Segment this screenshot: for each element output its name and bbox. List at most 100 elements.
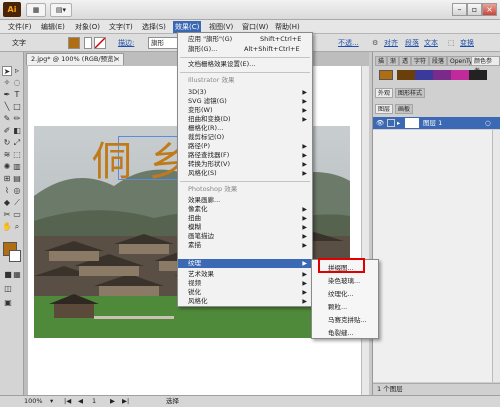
zoom-dropdown-icon[interactable]: ▾ <box>50 396 53 407</box>
menu-item-brush-strokes[interactable]: 画笔描边 ▶ <box>178 232 312 241</box>
menu-item-distort-transform[interactable]: 扭曲和变换(D) ▶ <box>178 115 312 124</box>
bridge-button[interactable]: ▦ <box>26 3 46 17</box>
symbol-sprayer-tool-icon[interactable]: ✺ <box>2 162 12 172</box>
pen-tool-icon[interactable]: ✒ <box>2 90 12 100</box>
submenu-item-texturizer[interactable]: 纹理化... <box>312 288 378 300</box>
gradient-tool-icon[interactable]: ▤ <box>12 174 22 184</box>
submenu-item-craquelure[interactable]: 龟裂缝... <box>312 327 378 339</box>
layer-name[interactable]: 图层 1 <box>423 117 442 129</box>
eyedropper-tool-icon[interactable]: ⌇ <box>2 186 12 196</box>
menu-item-apply-last-effect[interactable]: 应用 "旗形"(G) Shift+Ctrl+E <box>178 35 312 44</box>
menu-item-effect-gallery[interactable]: 效果画廊... <box>178 196 312 205</box>
menu-item-pixelate[interactable]: 像素化 ▶ <box>178 205 312 214</box>
graph-tool-icon[interactable]: ▥ <box>12 162 22 172</box>
tab-graphic-styles[interactable]: 图形样式 <box>395 88 426 98</box>
submenu-item-mosaic-tiles[interactable]: 马赛克拼贴... <box>312 314 378 326</box>
menu-item-3d[interactable]: 3D(3) ▶ <box>178 88 312 97</box>
layers-scrollbar[interactable] <box>492 130 500 382</box>
artboard-tool-icon[interactable]: ▭ <box>12 210 22 220</box>
color-guide-harmony[interactable] <box>397 70 487 80</box>
visibility-eye-icon[interactable]: 👁 <box>376 117 384 129</box>
menu-item-blur[interactable]: 模糊 ▶ <box>178 223 312 232</box>
rotate-tool-icon[interactable]: ↻ <box>2 138 12 148</box>
menu-item-svg-filters[interactable]: SVG 滤镜(G) ▶ <box>178 97 312 106</box>
tab-stroke[interactable]: 描 <box>375 56 388 66</box>
last-page-icon[interactable]: ▶| <box>122 396 129 407</box>
mesh-tool-icon[interactable]: ⊞ <box>2 174 12 184</box>
menu-item-convert-to-shape[interactable]: 转换为形状(V) ▶ <box>178 160 312 169</box>
minimize-button[interactable]: – <box>452 3 467 16</box>
menu-item-rasterize[interactable]: 栅格化(R)... <box>178 124 312 133</box>
gradient-mode-icon[interactable]: ▦ <box>12 270 22 280</box>
paintbrush-tool-icon[interactable]: ✎ <box>2 114 12 124</box>
rectangle-tool-icon[interactable]: □ <box>12 102 22 112</box>
first-page-icon[interactable]: |◀ <box>64 396 71 407</box>
hand-tool-icon[interactable]: ✋ <box>2 222 12 232</box>
paragraph-link[interactable]: 段落 <box>405 38 419 48</box>
stroke-link[interactable]: 描边: <box>118 38 134 48</box>
fill-swatch[interactable] <box>68 37 80 49</box>
next-page-icon[interactable]: ▶ <box>110 396 115 407</box>
free-transform-tool-icon[interactable]: ⬚ <box>12 150 22 160</box>
document-tab[interactable]: 2.jpg* @ 100% (RGB/预览) × <box>26 53 124 65</box>
tab-layers[interactable]: 图层 <box>375 104 394 114</box>
submenu-item-grain[interactable]: 颗粒... <box>312 301 378 313</box>
close-tab-icon[interactable]: × <box>115 54 120 65</box>
vertical-scrollbar[interactable] <box>361 66 369 395</box>
transform-link[interactable]: 变换 <box>460 38 474 48</box>
tab-appearance[interactable]: 外观 <box>375 88 394 98</box>
brush-select[interactable]: 旗形 <box>148 37 178 49</box>
tab-transparency[interactable]: 透 <box>399 56 412 66</box>
arrange-documents-button[interactable]: ▤▾ <box>50 3 72 17</box>
menu-item-pathfinder[interactable]: 路径查找器(F) ▶ <box>178 151 312 160</box>
stroke-swatch[interactable] <box>94 37 106 49</box>
menu-select[interactable]: 选择(S) <box>140 21 168 33</box>
tab-gradient[interactable]: 渐 <box>387 56 400 66</box>
prev-page-icon[interactable]: ◀ <box>78 396 83 407</box>
transform-icon[interactable]: ⬚ <box>448 38 455 48</box>
menu-item-artistic[interactable]: 艺术效果 ▶ <box>178 270 312 279</box>
magic-wand-tool-icon[interactable]: ✧ <box>2 78 12 88</box>
pencil-tool-icon[interactable]: ✏ <box>12 114 22 124</box>
canvas-headline[interactable]: 侗 乡 <box>92 129 191 187</box>
menu-item-sketch[interactable]: 素描 ▶ <box>178 241 312 250</box>
menu-item-warp[interactable]: 变形(W) ▶ <box>178 106 312 115</box>
zoom-tool-icon[interactable]: ⌕ <box>12 222 22 232</box>
menu-file[interactable]: 文件(F) <box>6 21 34 33</box>
tab-paragraph[interactable]: 段落 <box>429 56 448 66</box>
menu-item-path[interactable]: 路径(P) ▶ <box>178 142 312 151</box>
menu-item-stylize-photoshop[interactable]: 风格化 ▶ <box>178 297 312 306</box>
line-tool-icon[interactable]: ╲ <box>2 102 12 112</box>
menu-item-last-effect[interactable]: 旗形(G)... Alt+Shift+Ctrl+E <box>178 45 312 54</box>
restore-button[interactable]: ▫ <box>467 3 482 16</box>
status-tool-name[interactable]: 选择 <box>166 396 179 407</box>
direct-selection-tool-icon[interactable]: ▹ <box>12 66 22 76</box>
screen-mode-icon[interactable]: ▣ <box>3 298 13 308</box>
zoom-level[interactable]: 100% <box>24 396 43 407</box>
scissors-tool-icon[interactable]: ✂ <box>2 210 12 220</box>
eraser-tool-icon[interactable]: ◧ <box>12 126 22 136</box>
slice-tool-icon[interactable]: ⟋ <box>12 198 22 208</box>
type-tool-icon[interactable]: T <box>12 90 22 100</box>
close-button[interactable]: × <box>482 3 497 16</box>
opacity-link[interactable]: 不透... <box>338 38 359 48</box>
live-paint-tool-icon[interactable]: ◆ <box>2 198 12 208</box>
menu-item-crop-marks[interactable]: 裁剪标记(O) <box>178 133 312 142</box>
lock-toggle[interactable] <box>387 119 395 127</box>
tab-color-guide[interactable]: 颜色参考 <box>471 56 500 75</box>
selection-tool-icon[interactable]: ➤ <box>2 66 12 76</box>
layer-row[interactable]: 👁 ▸ 图层 1 ○ <box>373 117 500 129</box>
menu-type[interactable]: 文字(T) <box>107 21 135 33</box>
submenu-item-stained-glass[interactable]: 染色玻璃... <box>312 275 378 287</box>
tab-character[interactable]: 字符 <box>411 56 430 66</box>
blend-tool-icon[interactable]: ◎ <box>12 186 22 196</box>
tab-artboards[interactable]: 画板 <box>395 104 414 114</box>
menu-edit[interactable]: 编辑(E) <box>39 21 67 33</box>
align-link[interactable]: 对齐 <box>384 38 398 48</box>
draw-mode-icon[interactable]: ◫ <box>3 284 13 294</box>
fill-dropdown[interactable] <box>84 37 92 49</box>
menu-item-texture[interactable]: 纹理 ▶ <box>178 259 312 268</box>
menu-item-video[interactable]: 视频 ▶ <box>178 279 312 288</box>
color-guide-base-swatch[interactable] <box>379 70 393 80</box>
stroke-color-swatch[interactable] <box>9 250 21 262</box>
